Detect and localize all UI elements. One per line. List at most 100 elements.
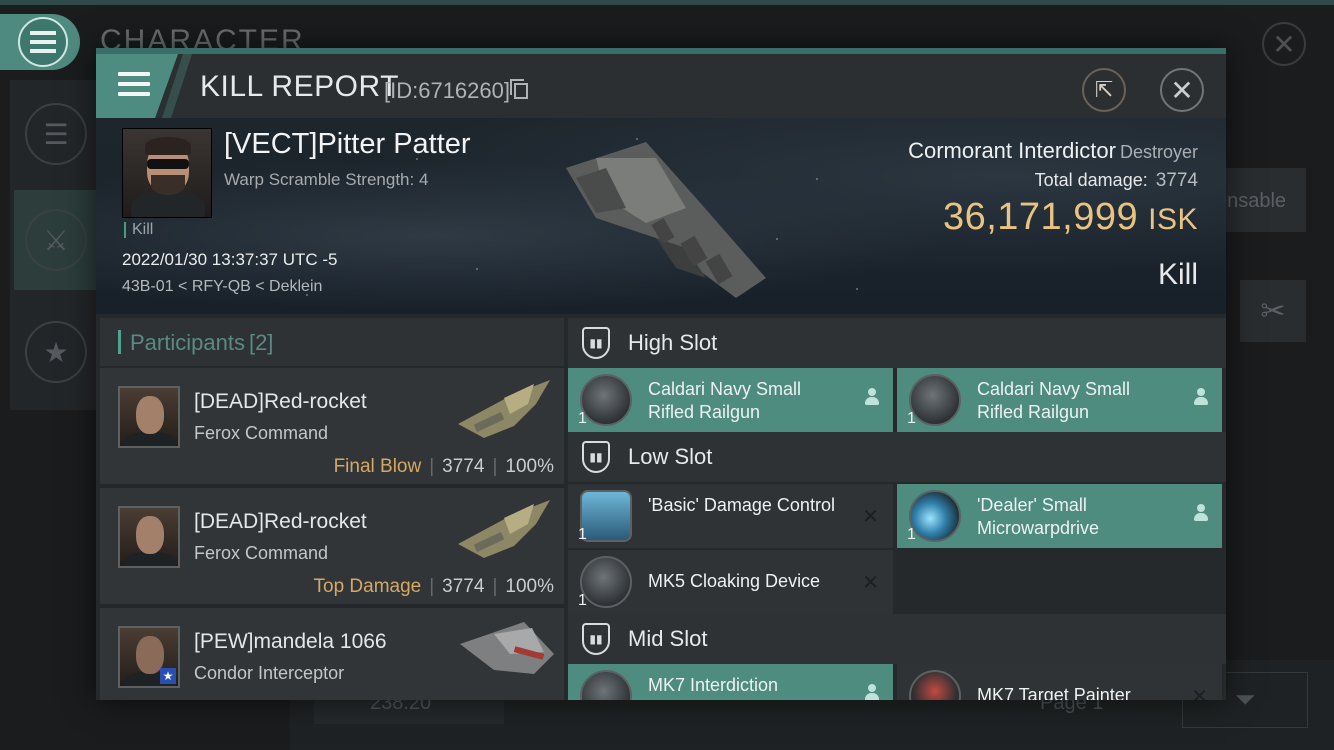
participants-count: [2]: [248, 330, 274, 355]
participant-percent: 100%: [505, 576, 554, 597]
menu-icon: [18, 17, 68, 67]
participants-header: Participants [2]: [100, 318, 564, 366]
module-name: Caldari Navy Small Rifled Railgun: [977, 379, 1131, 422]
kill-datetime: 2022/01/30 13:37:37 UTC -5: [122, 250, 338, 269]
high-slot-header: ▮▮ High Slot: [568, 318, 1226, 368]
ship-name-label: Cormorant Interdictor: [908, 138, 1116, 163]
participant-row[interactable]: ★ [PEW]mandela 1066 Condor Interceptor: [100, 608, 564, 700]
module-qty: 1: [907, 410, 916, 427]
avatar[interactable]: ★: [118, 626, 180, 688]
nav-item-combat[interactable]: ⚔: [14, 190, 98, 290]
participant-row[interactable]: [DEAD]Red-rocket Ferox Command Top Damag…: [100, 488, 564, 604]
isk-value: 36,171,999 ISK: [943, 196, 1198, 239]
participant-stats: Final Blow | 3774 | 100%: [333, 456, 554, 477]
participant-stats: Top Damage | 3774 | 100%: [313, 576, 555, 597]
module-item[interactable]: 1 Caldari Navy Small Rifled Railgun: [568, 368, 893, 432]
avatar[interactable]: [118, 386, 180, 448]
nav-item-medals[interactable]: ★: [14, 302, 98, 402]
interdiction-icon: [580, 670, 632, 700]
participant-name: [PEW]mandela 1066: [194, 630, 387, 653]
participant-damage: 3774: [442, 456, 485, 477]
microwarpdrive-icon: [909, 490, 961, 542]
victim-ship-name[interactable]: Cormorant Interdictor Destroyer: [908, 138, 1198, 164]
nav-item-menu[interactable]: ☰: [14, 84, 98, 184]
dropped-icon: [1194, 504, 1208, 522]
close-button[interactable]: ✕: [1160, 68, 1204, 112]
mid-slot-label: Mid Slot: [628, 626, 708, 651]
share-button[interactable]: ⇱: [1082, 68, 1126, 112]
module-name: MK7 Target Painter: [977, 685, 1131, 700]
kill-result: Kill: [1157, 258, 1198, 291]
background-close-icon[interactable]: ✕: [1262, 22, 1306, 66]
mid-slot-header: ▮▮ Mid Slot: [568, 614, 1226, 664]
victim-banner: [VECT]Pitter Patter Warp Scramble Streng…: [96, 118, 1226, 314]
participant-row[interactable]: [DEAD]Red-rocket Ferox Command Final Blo…: [100, 368, 564, 484]
railgun-icon: [909, 374, 961, 426]
dropped-icon: [1194, 388, 1208, 406]
list-icon: ☰: [25, 103, 87, 165]
module-name: Caldari Navy Small Rifled Railgun: [648, 379, 802, 422]
module-item[interactable]: 1 'Basic' Damage Control ✕: [568, 484, 893, 548]
high-slot-label: High Slot: [628, 330, 718, 355]
ship-class-label: Destroyer: [1119, 142, 1198, 162]
background-button-partial[interactable]: ensable: [1216, 168, 1306, 232]
dropped-icon: [865, 388, 879, 406]
victim-name[interactable]: [VECT]Pitter Patter: [224, 128, 471, 161]
kill-report-window: KILL REPORT [ID:6716260] ⇱ ✕ [VECT]Pitte…: [96, 48, 1226, 700]
module-qty: 1: [578, 526, 587, 543]
participant-ship-image: [458, 380, 550, 438]
victim-subtitle: Warp Scramble Strength: 4: [224, 170, 429, 189]
module-name: 'Basic' Damage Control: [648, 495, 835, 515]
victim-ship-image[interactable]: [536, 128, 776, 308]
share-icon: ⇱: [1094, 77, 1114, 102]
destroyed-x-icon: ✕: [862, 572, 879, 594]
participant-ship-image: [458, 500, 550, 558]
window-title: KILL REPORT: [200, 70, 399, 103]
total-damage-label: Total damage:: [1034, 170, 1148, 190]
dropped-icon: [865, 684, 879, 700]
module-item[interactable]: 1 MK5 Cloaking Device ✕: [568, 550, 893, 614]
module-item[interactable]: 1 'Dealer' Small Microwarpdrive: [897, 484, 1222, 548]
participant-percent: 100%: [505, 456, 554, 477]
module-qty: 1: [578, 592, 587, 609]
background-partial-label: ensable: [1216, 190, 1287, 212]
isk-amount: 36,171,999: [942, 196, 1139, 238]
module-name: 'Dealer' Small Microwarpdrive: [977, 495, 1100, 538]
close-icon: ✕: [1170, 74, 1194, 106]
shield-icon: ▮▮: [582, 623, 610, 655]
window-header: KILL REPORT [ID:6716260] ⇱ ✕: [96, 48, 1226, 118]
destroyed-x-icon: ✕: [862, 506, 879, 528]
module-qty: 1: [578, 410, 587, 427]
damage-control-icon: [580, 490, 632, 542]
menu-icon: [118, 72, 150, 102]
top-accent-line: [0, 0, 1334, 5]
module-item[interactable]: 1 MK7 Target Painter ✕: [897, 664, 1222, 700]
participant-tag: Final Blow: [333, 456, 422, 477]
module-item[interactable]: 1 MK7 Interdiction: [568, 664, 893, 700]
module-name: MK7 Interdiction: [648, 675, 779, 695]
kill-location[interactable]: 43B-01 < RFY-QB < Deklein: [122, 278, 322, 296]
participant-ship: Ferox Command: [194, 423, 329, 443]
star-icon: ★: [25, 321, 87, 383]
faction-star-icon: ★: [160, 668, 176, 684]
module-item[interactable]: 1 Caldari Navy Small Rifled Railgun: [897, 368, 1222, 432]
isk-unit: ISK: [1148, 203, 1198, 236]
kill-tag: Kill: [124, 222, 153, 238]
participants-title: Participants: [130, 330, 245, 355]
low-slot-label: Low Slot: [628, 444, 713, 469]
cloaking-device-icon: [580, 556, 632, 608]
fittings-panel: ▮▮ High Slot 1 Caldari Navy Small Rifled…: [568, 318, 1226, 700]
module-qty: 1: [907, 526, 916, 543]
participants-panel: Participants [2] [DEAD]Red-rocket Ferox C…: [100, 318, 564, 700]
participant-ship-image: [460, 622, 554, 674]
total-damage-value: 3774: [1155, 170, 1198, 191]
avatar[interactable]: [118, 506, 180, 568]
kill-id-label: [ID:6716260]: [384, 78, 510, 103]
copy-icon[interactable]: [513, 83, 528, 99]
participant-name: [DEAD]Red-rocket: [194, 510, 367, 533]
victim-portrait[interactable]: [122, 128, 212, 218]
participant-name: [DEAD]Red-rocket: [194, 390, 367, 413]
total-damage: Total damage: 3774: [1035, 170, 1198, 192]
wrench-icon[interactable]: ✂: [1240, 280, 1306, 342]
main-menu-button[interactable]: [0, 14, 80, 70]
